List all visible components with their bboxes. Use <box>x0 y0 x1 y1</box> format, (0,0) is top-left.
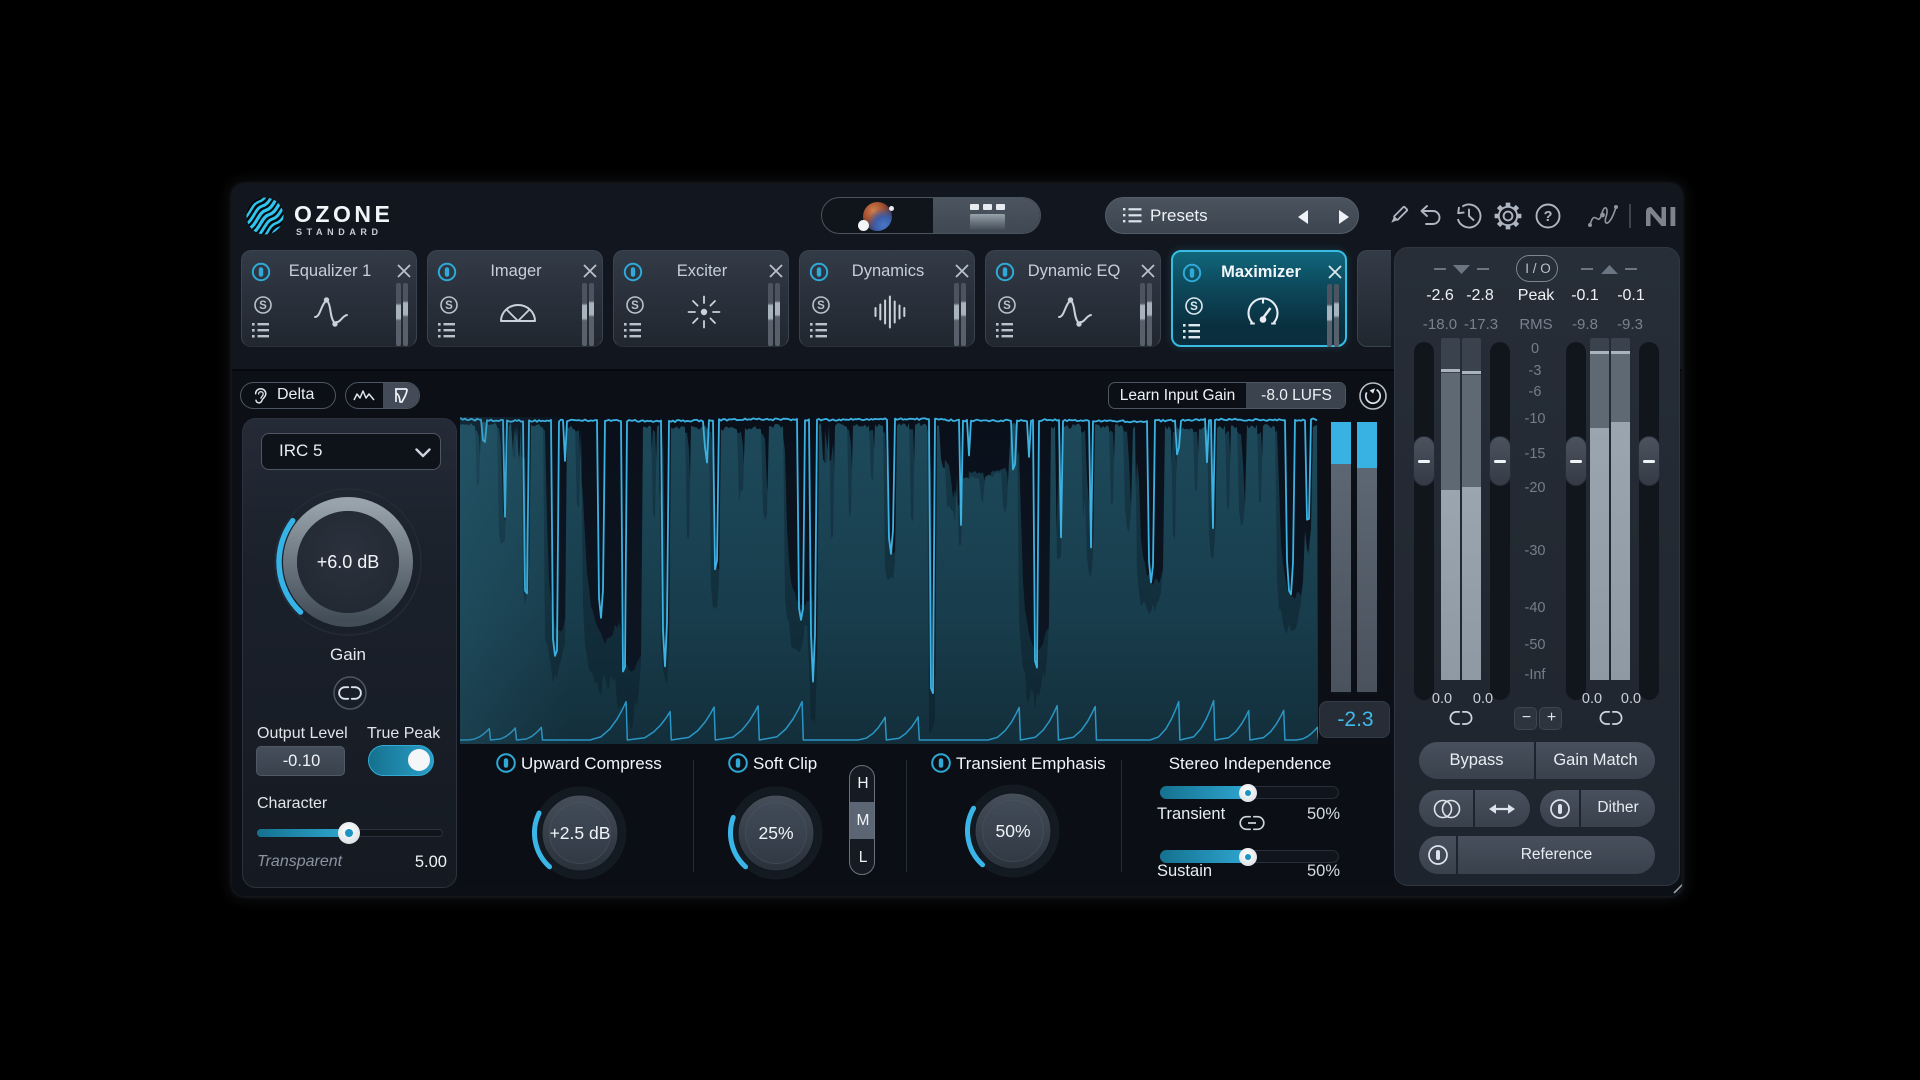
svg-text:?: ? <box>1544 209 1553 225</box>
svg-text:S: S <box>1190 301 1198 313</box>
svg-text:S: S <box>631 300 639 312</box>
svg-text:S: S <box>817 300 825 312</box>
svg-text:S: S <box>445 300 453 312</box>
svg-text:S: S <box>1003 300 1011 312</box>
svg-text:S: S <box>259 300 267 312</box>
